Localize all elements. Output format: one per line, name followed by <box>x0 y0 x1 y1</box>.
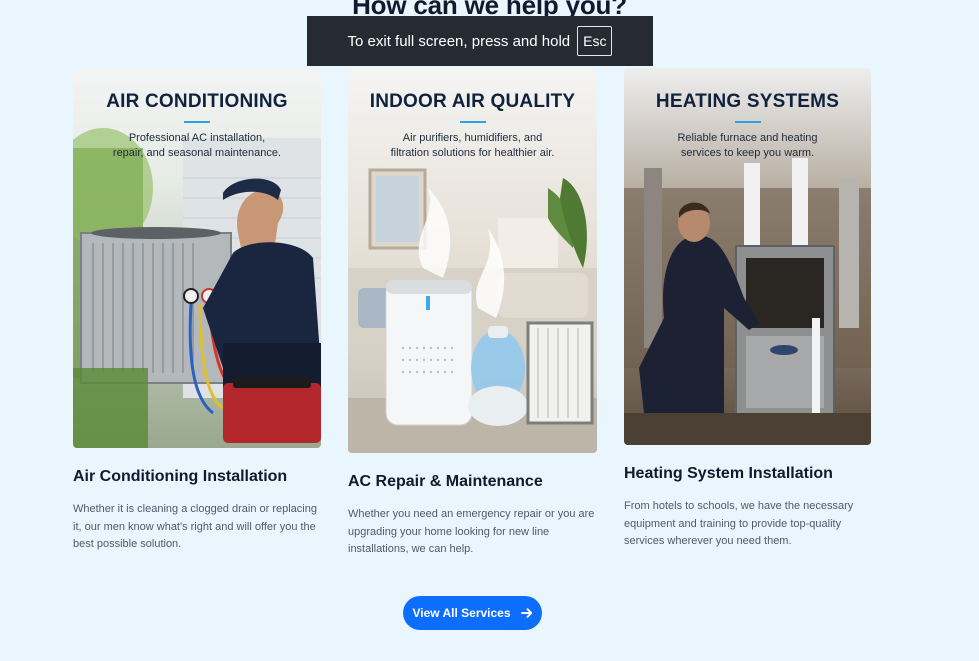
image-subtitle: Reliable furnace and heating services to… <box>677 132 818 159</box>
image-heading: AIR CONDITIONING <box>106 91 288 112</box>
image-caption-overlay: AIR CONDITIONING Professional AC install… <box>73 68 321 161</box>
image-heading: INDOOR AIR QUALITY <box>369 91 576 112</box>
heading-divider <box>184 121 210 123</box>
image-caption-overlay: INDOOR AIR QUALITY Air purifiers, humidi… <box>348 68 597 161</box>
fullscreen-exit-toast: To exit full screen, press and hold Esc <box>307 16 653 66</box>
view-all-services-button[interactable]: View All Services <box>403 596 542 630</box>
esc-key-badge: Esc <box>577 26 613 56</box>
cta-label: View All Services <box>412 606 511 620</box>
card-title[interactable]: Air Conditioning Installation <box>73 468 287 486</box>
image-subtitle: Air purifiers, humidifiers, and filtrati… <box>390 132 555 159</box>
toast-message: To exit full screen, press and hold <box>347 32 571 50</box>
heating-systems-image[interactable]: HEATING SYSTEMS Reliable furnace and hea… <box>624 68 871 445</box>
image-subtitle: Professional AC installation, repair, an… <box>112 132 282 159</box>
card-description: From hotels to schools, we have the nece… <box>624 500 854 547</box>
indoor-air-quality-image[interactable]: INDOOR AIR QUALITY Air purifiers, humidi… <box>348 68 597 453</box>
arrow-right-icon <box>520 607 533 619</box>
card-description: Whether you need an emergency repair or … <box>348 508 595 555</box>
card-title[interactable]: Heating System Installation <box>624 465 833 483</box>
image-caption-overlay: HEATING SYSTEMS Reliable furnace and hea… <box>624 68 871 161</box>
image-heading: HEATING SYSTEMS <box>655 91 840 112</box>
air-conditioning-image[interactable]: AIR CONDITIONING Professional AC install… <box>73 68 321 448</box>
card-title[interactable]: AC Repair & Maintenance <box>348 473 543 491</box>
card-description: Whether it is cleaning a clogged drain o… <box>73 503 317 550</box>
heading-divider <box>459 121 486 123</box>
heading-divider <box>734 121 761 123</box>
